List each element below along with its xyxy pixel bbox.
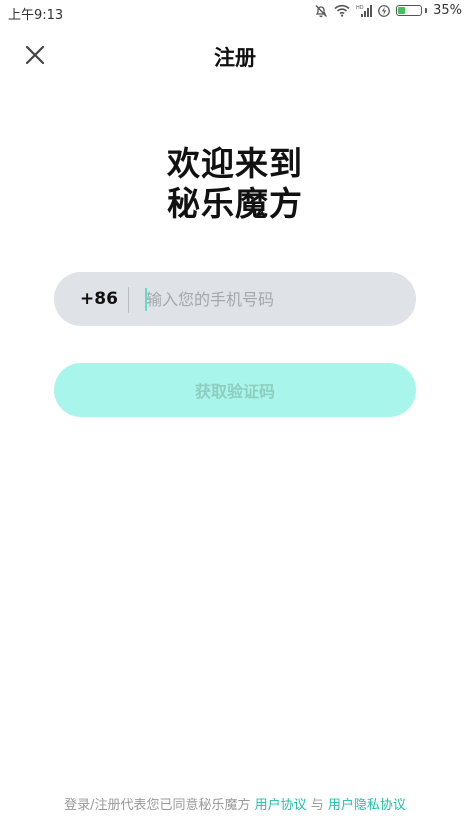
battery-tip bbox=[425, 8, 428, 13]
country-code-selector[interactable]: +86 bbox=[80, 289, 118, 309]
agreement-conjunction: 与 bbox=[310, 798, 324, 813]
status-bar: 上午9:13 HD 35% bbox=[0, 0, 470, 24]
nav-bar: 注册 bbox=[0, 30, 470, 78]
phone-number-input[interactable] bbox=[146, 284, 396, 314]
status-icons: HD 35% bbox=[314, 3, 462, 18]
user-agreement-link[interactable]: 用户协议 bbox=[255, 798, 307, 813]
agreement-text: 登录/注册代表您已同意秘乐魔方 用户协议 与 用户隐私协议 bbox=[0, 794, 470, 813]
battery-icon bbox=[396, 5, 423, 16]
welcome-heading: 欢迎来到 秘乐魔方 bbox=[0, 144, 470, 224]
battery-fill bbox=[398, 7, 406, 14]
network-label: HD bbox=[356, 5, 364, 11]
wifi-icon bbox=[334, 4, 350, 17]
charging-icon bbox=[378, 4, 390, 17]
agreement-prefix: 登录/注册代表您已同意秘乐魔方 bbox=[64, 798, 251, 813]
signal-icon: HD bbox=[356, 4, 373, 17]
battery-indicator bbox=[396, 5, 428, 16]
mute-bell-icon bbox=[315, 4, 328, 17]
welcome-line-2: 秘乐魔方 bbox=[167, 184, 303, 223]
welcome-line-1: 欢迎来到 bbox=[167, 144, 303, 183]
phone-input-group: +86 bbox=[54, 272, 416, 326]
privacy-agreement-link[interactable]: 用户隐私协议 bbox=[328, 798, 406, 813]
page-title: 注册 bbox=[214, 46, 256, 70]
status-time: 上午9:13 bbox=[8, 8, 64, 23]
get-code-button[interactable]: 获取验证码 bbox=[54, 363, 416, 417]
battery-percent: 35% bbox=[433, 3, 462, 18]
divider bbox=[128, 287, 129, 313]
